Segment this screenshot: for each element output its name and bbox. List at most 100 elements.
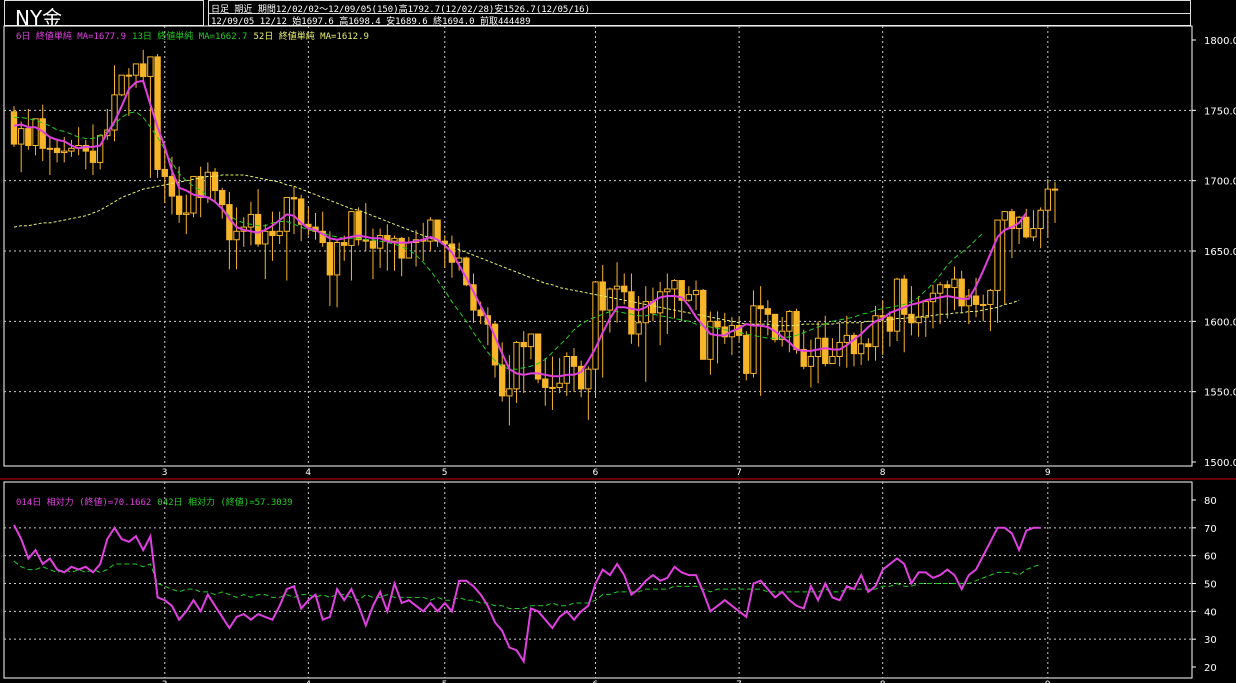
candle-body bbox=[656, 291, 664, 314]
chart-canvas: 1800.0 1750.0 1700.0 1650.0 1600.0 1550.0 1500… bbox=[0, 25, 1236, 683]
candle-body bbox=[944, 284, 951, 289]
x-tick-label: 7 bbox=[736, 468, 742, 478]
candle-body bbox=[743, 334, 750, 374]
candle-body bbox=[269, 230, 276, 237]
candle-body bbox=[499, 364, 506, 397]
candle-body bbox=[398, 237, 405, 259]
y-tick-label: 1750.0 bbox=[1204, 106, 1236, 117]
candle-body bbox=[692, 289, 700, 296]
candle-body bbox=[369, 240, 377, 249]
candle-body bbox=[147, 56, 154, 78]
y-tick-label: 40 bbox=[1204, 607, 1217, 618]
y-tick-label: 1500.0 bbox=[1204, 458, 1236, 469]
candle-body bbox=[922, 301, 929, 318]
candle-body bbox=[25, 128, 32, 146]
candle-body bbox=[326, 242, 334, 276]
candle-body bbox=[1001, 211, 1008, 221]
candle-body bbox=[936, 284, 944, 294]
x-tick-label: 6 bbox=[593, 468, 599, 478]
candle-body bbox=[262, 230, 269, 245]
candle-body bbox=[290, 197, 298, 200]
candle-body bbox=[183, 212, 190, 215]
y-tick-label: 50 bbox=[1204, 580, 1217, 591]
candle-body bbox=[865, 343, 872, 348]
candle-body bbox=[61, 150, 68, 154]
candles-group bbox=[10, 49, 1059, 426]
candle-body bbox=[1037, 209, 1044, 229]
candle-body bbox=[405, 242, 413, 259]
candle-body bbox=[1023, 216, 1030, 238]
candle-body bbox=[621, 285, 628, 293]
candle-body bbox=[786, 310, 793, 332]
x-tick-label: 3 bbox=[162, 468, 168, 478]
plot-frame bbox=[3, 25, 1193, 467]
candle-body bbox=[585, 368, 592, 390]
candle-body bbox=[333, 242, 341, 276]
y-tick-label: 1700.0 bbox=[1204, 177, 1236, 188]
candle-body bbox=[814, 337, 822, 358]
candle-body bbox=[800, 348, 807, 367]
y-tick-label: 1800.0 bbox=[1204, 36, 1236, 47]
y-tick-label: 70 bbox=[1204, 524, 1217, 535]
y-tick-label: 80 bbox=[1204, 496, 1217, 507]
y-tick-label: 1600.0 bbox=[1204, 317, 1236, 328]
x-tick-label: 4 bbox=[305, 468, 311, 478]
candle-body bbox=[843, 334, 850, 343]
candle-body bbox=[685, 294, 693, 301]
candle-body bbox=[118, 74, 125, 96]
candle-body bbox=[987, 289, 994, 305]
candle-body bbox=[994, 219, 1001, 291]
candle-body bbox=[391, 237, 398, 242]
candle-body bbox=[764, 308, 772, 315]
candle-body bbox=[829, 356, 836, 365]
candle-body bbox=[750, 305, 757, 374]
candle-body bbox=[951, 278, 958, 289]
candle-body bbox=[664, 288, 671, 293]
candle-body bbox=[908, 313, 915, 324]
candle-body bbox=[556, 382, 563, 388]
candle-body bbox=[247, 213, 255, 228]
x-tick-label: 5 bbox=[442, 468, 448, 478]
candle-body bbox=[635, 322, 642, 335]
candle-body bbox=[197, 175, 204, 199]
candle-body bbox=[1030, 227, 1037, 238]
candle-body bbox=[714, 320, 721, 328]
rsi-long-line bbox=[13, 560, 1041, 609]
candle-body bbox=[980, 303, 987, 306]
candle-body bbox=[563, 356, 570, 384]
candle-body bbox=[168, 175, 176, 197]
candle-body bbox=[96, 135, 104, 163]
y-tick-label: 30 bbox=[1204, 635, 1217, 646]
candle-body bbox=[1044, 188, 1052, 211]
candle-body bbox=[549, 386, 556, 389]
candle-body bbox=[68, 147, 75, 152]
candle-body bbox=[628, 291, 635, 335]
candle-body bbox=[341, 242, 348, 246]
candle-body bbox=[542, 378, 549, 388]
candle-body bbox=[757, 305, 764, 310]
candle-body bbox=[1051, 188, 1059, 191]
candle-body bbox=[771, 313, 779, 341]
candle-body bbox=[132, 63, 140, 76]
candle-body bbox=[513, 341, 520, 390]
candle-body bbox=[89, 150, 97, 163]
candle-body bbox=[125, 74, 133, 77]
candle-body bbox=[527, 333, 535, 348]
candle-body bbox=[972, 295, 980, 305]
candle-body bbox=[161, 168, 168, 177]
y-tick-label: 60 bbox=[1204, 552, 1217, 563]
candle-body bbox=[822, 337, 829, 365]
candle-body bbox=[807, 356, 815, 367]
candle-body bbox=[534, 333, 542, 380]
candle-body bbox=[613, 285, 621, 290]
candle-body bbox=[893, 278, 901, 332]
candle-body bbox=[140, 63, 147, 78]
x-tick-label: 8 bbox=[880, 468, 886, 478]
candle-body bbox=[915, 316, 922, 324]
y-tick-label: 1650.0 bbox=[1204, 247, 1236, 258]
candle-body bbox=[53, 147, 61, 154]
candle-body bbox=[506, 388, 513, 397]
candle-body bbox=[348, 211, 355, 246]
y-tick-label: 1550.0 bbox=[1204, 388, 1236, 399]
candle-body bbox=[671, 280, 678, 290]
